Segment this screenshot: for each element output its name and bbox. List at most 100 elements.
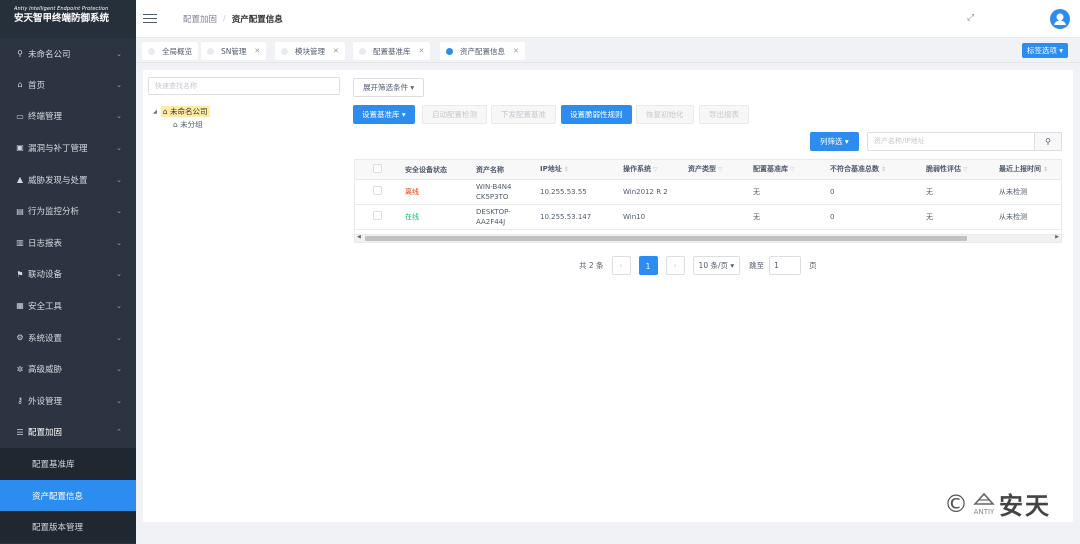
col-header-last-report[interactable]: 最近上报时间 ⇕ <box>993 164 1061 175</box>
col-header-vuln[interactable]: 脆弱性评估 ▽ <box>920 164 993 175</box>
asset-name-cell: DESKTOP- AA2F44J <box>476 208 511 226</box>
row-checkbox[interactable] <box>355 211 399 223</box>
sidebar-item-label: 联动设备 <box>28 270 63 281</box>
sidebar-item-security-tools[interactable]: ▦ 安全工具 ⌄ <box>0 290 136 322</box>
deliver-baseline-button[interactable]: 下发配置基准 <box>491 105 556 124</box>
tab-dot-icon <box>148 47 155 55</box>
asset-search-input[interactable]: 资产名称/IP地址 <box>867 132 1035 151</box>
sidebar-item-threat-discovery[interactable]: ▲ 威胁发现与处置 ⌄ <box>0 164 136 196</box>
select-all-checkbox[interactable] <box>355 163 399 176</box>
sidebar-subitem-asset-config-info[interactable]: 资产配置信息 <box>0 479 136 512</box>
prev-page-button[interactable]: ‹ <box>611 256 631 275</box>
horizontal-scrollbar[interactable]: ◀ ▶ <box>355 234 1061 242</box>
tree-node-ungrouped[interactable]: ⌂ 未分组 <box>173 119 210 130</box>
col-header-os[interactable]: 操作系统 ▽ <box>617 164 682 175</box>
ip-cell: 10.255.53.55 <box>540 188 587 196</box>
col-header-type[interactable]: 资产类型 ▽ <box>682 164 747 175</box>
tab-overview[interactable]: 全局概览 <box>142 42 198 60</box>
table-row[interactable]: 离线 WIN-B4N4 CK5P3TO 10.255.53.55 Win2012… <box>355 180 1061 205</box>
page-size-select[interactable]: 10 条/页 ▾ <box>692 256 741 275</box>
hamburger-menu-icon[interactable] <box>143 13 157 24</box>
tree-node-ungrouped-label: 未分组 <box>180 120 203 129</box>
close-icon[interactable]: ✕ <box>419 47 425 55</box>
caret-down-icon[interactable]: ◢ <box>153 109 157 115</box>
export-report-button[interactable]: 导出报表 <box>699 105 749 124</box>
tab-asset-config-info[interactable]: 资产配置信息 ✕ <box>440 42 525 60</box>
set-vuln-rule-button[interactable]: 设置脆弱性规则 <box>561 105 632 124</box>
col-header-ip[interactable]: IP地址 ⇕ <box>534 164 617 175</box>
column-filter-button[interactable]: 列筛选 ▾ <box>810 132 859 151</box>
scroll-right-icon[interactable]: ▶ <box>1055 234 1059 240</box>
set-baseline-button[interactable]: 设置基准库 ▾ <box>353 105 415 124</box>
sidebar-item-vuln-patch[interactable]: ▣ 漏洞与补丁管理 ⌄ <box>0 132 136 164</box>
monitor-icon: ▭ <box>16 111 24 121</box>
breadcrumb-parent[interactable]: 配置加固 <box>183 13 217 25</box>
close-icon[interactable]: ✕ <box>254 47 260 55</box>
tab-module-management[interactable]: 模块管理 ✕ <box>275 42 345 60</box>
sidebar-item-system-settings[interactable]: ⚙ 系统设置 ⌄ <box>0 322 136 354</box>
gear-icon: ⚙ <box>16 333 24 343</box>
sidebar-org-label: 未命名公司 <box>28 49 71 60</box>
close-icon[interactable]: ✕ <box>333 47 339 55</box>
chevron-down-icon: ⌄ <box>116 175 122 184</box>
sidebar-item-endpoint-management[interactable]: ▭ 终端管理 ⌄ <box>0 101 136 133</box>
col-header-baseline[interactable]: 配置基准库 ▽ <box>747 164 824 175</box>
col-header-name: 资产名称 <box>476 165 504 174</box>
tab-baseline-library[interactable]: 配置基准库 ✕ <box>353 42 431 60</box>
sort-icon[interactable]: ⇕ <box>564 166 569 173</box>
goto-page-input[interactable]: 1 <box>769 256 802 275</box>
tab-options-button[interactable]: 标签选项 ▾ <box>1021 43 1068 58</box>
sidebar-item-peripheral-management[interactable]: ⚷ 外设管理 ⌄ <box>0 385 136 417</box>
start-check-button[interactable]: 启动配置检测 <box>422 105 487 124</box>
fullscreen-icon[interactable]: ⤢ <box>967 13 974 23</box>
sidebar-item-config-hardening[interactable]: ☰ 配置加固 ⌃ <box>0 417 136 449</box>
close-icon[interactable]: ✕ <box>513 47 519 55</box>
status-cell: 在线 <box>405 213 419 221</box>
sidebar-item-label: 系统设置 <box>28 333 63 344</box>
col-header-status: 安全设备状态 <box>405 165 447 174</box>
col-header-noncompliant[interactable]: 不符合基准总数 ⇕ <box>824 164 920 175</box>
tab-sn-management[interactable]: SN管理 ✕ <box>201 42 267 60</box>
next-page-button[interactable]: › <box>665 256 685 275</box>
page-button-current[interactable]: 1 <box>638 256 658 275</box>
scroll-left-icon[interactable]: ◀ <box>357 234 361 240</box>
table-row[interactable]: 在线 DESKTOP- AA2F44J 10.255.53.147 Win10 … <box>355 205 1061 230</box>
tree-node-root[interactable]: ◢ ⌂ 未命名公司 <box>153 106 210 117</box>
sort-icon[interactable]: ⇕ <box>1043 166 1048 173</box>
sidebar-item-home[interactable]: ⌂ 首页 ⌄ <box>0 69 136 101</box>
expand-filter-button[interactable]: 展开筛选条件 ▾ <box>353 78 425 97</box>
col-header-ip-label: IP地址 <box>540 165 562 173</box>
col-header-noncompliant-label: 不符合基准总数 <box>830 165 879 173</box>
sidebar-item-log-report[interactable]: ▥ 日志报表 ⌄ <box>0 227 136 259</box>
asset-name-cell: WIN-B4N4 CK5P3TO <box>476 183 512 201</box>
restore-button[interactable]: 恢复初始化 <box>636 105 694 124</box>
tree-search-input[interactable]: 快速查找名称 <box>148 77 340 95</box>
main-content-card: 快速查找名称 ◢ ⌂ 未命名公司 ⌂ 未分组 展开筛选条件 ▾ 设置基准库 ▾ … <box>143 70 1073 522</box>
filter-icon[interactable]: ▽ <box>653 166 658 173</box>
noncompliant-cell: 0 <box>830 188 835 196</box>
config-hardening-submenu: 配置基准库 资产配置信息 配置版本管理 <box>0 448 136 543</box>
sidebar-item-advanced-threat[interactable]: ✲ 高级威胁 ⌄ <box>0 353 136 385</box>
chevron-down-icon: ⌄ <box>116 238 122 247</box>
user-avatar-icon[interactable] <box>1050 9 1070 29</box>
sidebar-subitem-baseline-library[interactable]: 配置基准库 <box>0 448 136 480</box>
tab-dot-icon <box>359 47 366 55</box>
sidebar-subitem-config-version[interactable]: 配置版本管理 <box>0 511 136 543</box>
filter-icon[interactable]: ▽ <box>790 166 795 173</box>
filter-icon[interactable]: ▽ <box>963 166 968 173</box>
tab-label: SN管理 <box>221 46 247 56</box>
filter-icon[interactable]: ▽ <box>718 166 723 173</box>
chevron-down-icon: ⌄ <box>116 270 122 279</box>
scrollbar-thumb[interactable] <box>365 236 967 241</box>
chevron-down-icon: ⌄ <box>116 80 122 89</box>
row-checkbox[interactable] <box>355 186 399 198</box>
sidebar-item-behavior-monitor[interactable]: ▤ 行为监控分析 ⌄ <box>0 195 136 227</box>
patch-icon: ▣ <box>16 143 24 153</box>
sidebar-org-selector[interactable]: ⚲ 未命名公司 ⌄ <box>0 38 136 69</box>
sort-icon[interactable]: ⇕ <box>881 166 886 173</box>
sidebar-item-label: 首页 <box>28 80 46 91</box>
search-icon[interactable]: ⚲ <box>1034 132 1062 151</box>
tree-node-root-label: ⌂ 未命名公司 <box>160 106 210 117</box>
col-header-type-label: 资产类型 <box>688 165 716 173</box>
sidebar-item-linked-devices[interactable]: ⚑ 联动设备 ⌄ <box>0 259 136 291</box>
